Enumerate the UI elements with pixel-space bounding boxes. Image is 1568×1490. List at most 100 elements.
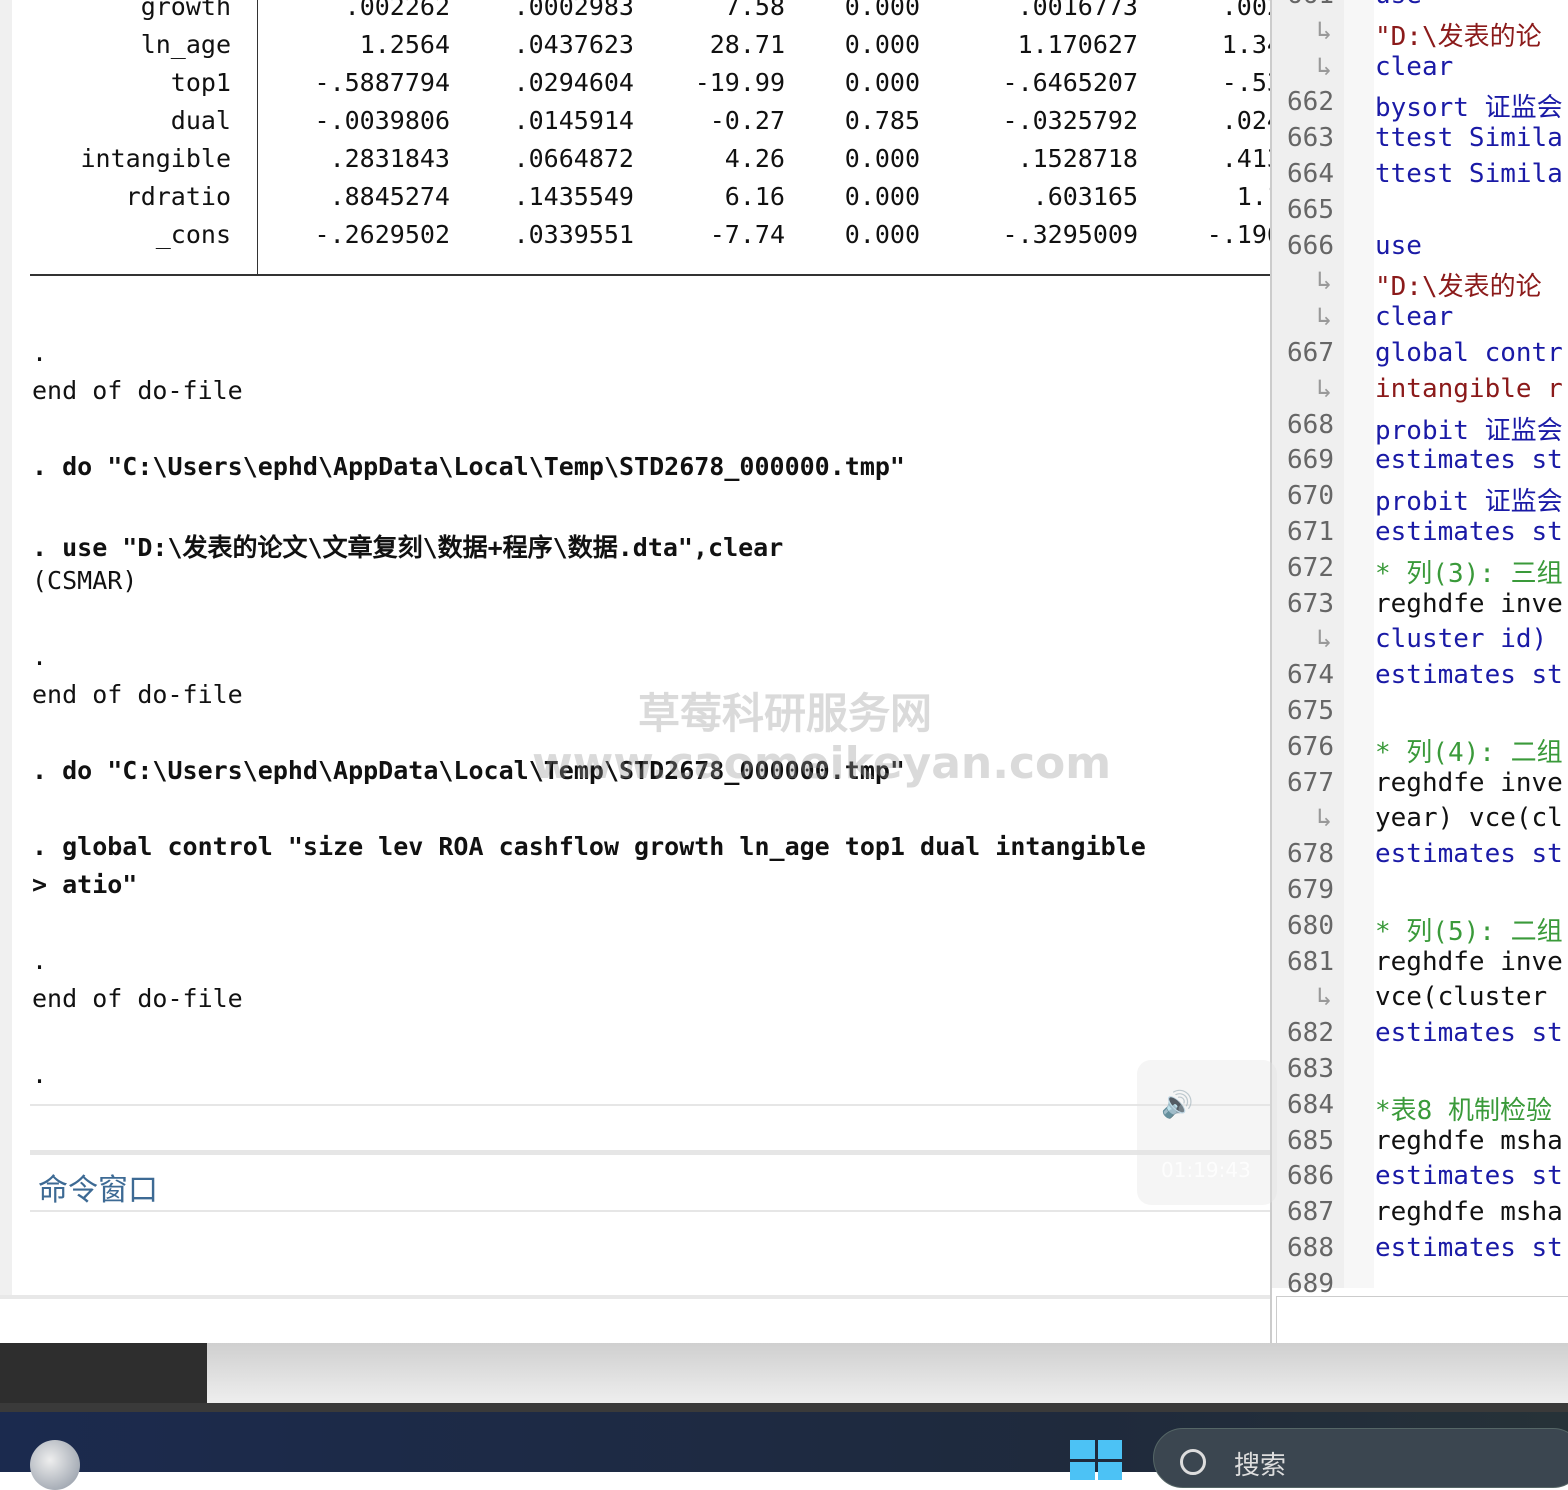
- code-text: estimates st: [1375, 1161, 1563, 1192]
- editor-line[interactable]: 676 * 列(4): 二组: [1272, 732, 1568, 768]
- cell-coef: -.2629502: [314, 220, 450, 249]
- editor-line[interactable]: ↳ year) vce(cl: [1272, 803, 1568, 839]
- editor-line[interactable]: 666 use: [1272, 231, 1568, 267]
- code-text: ttest Simila: [1375, 159, 1563, 189]
- editor-line[interactable]: 681 reghdfe inve: [1272, 947, 1568, 983]
- wrap-arrow-icon: ↳: [1316, 373, 1332, 404]
- table-row: growth .002262 .0002983 7.58 0.000 .0016773 .0…: [12, 0, 1270, 30]
- code-text: use: [1375, 0, 1422, 10]
- editor-line[interactable]: ↳ intangible r: [1272, 374, 1568, 410]
- divider: [0, 1403, 1568, 1412]
- editor-line[interactable]: 680 * 列(5): 二组: [1272, 911, 1568, 947]
- editor-line[interactable]: 670 probit 证监会: [1272, 481, 1568, 517]
- code-text: reghdfe inve: [1375, 767, 1563, 798]
- cell-coef: -.0039806: [314, 106, 450, 135]
- editor-line[interactable]: 672 * 列(3): 三组: [1272, 553, 1568, 589]
- editor-line[interactable]: 682 estimates st: [1272, 1018, 1568, 1054]
- editor-line[interactable]: 669 estimates st: [1272, 445, 1568, 481]
- editor-line[interactable]: ↳ vce(cluster: [1272, 982, 1568, 1018]
- code-text: estimates st: [1375, 660, 1563, 691]
- editor-line[interactable]: ↳ clear: [1272, 302, 1568, 338]
- editor-line[interactable]: 677 reghdfe inve: [1272, 768, 1568, 804]
- editor-line[interactable]: 686 estimates st: [1272, 1161, 1568, 1197]
- editor-line[interactable]: ↳ cluster id): [1272, 624, 1568, 660]
- editor-line[interactable]: 675: [1272, 696, 1568, 732]
- line-number: 668: [1287, 409, 1334, 440]
- cell-ci-lo: .603165: [1032, 182, 1138, 211]
- code-text: reghdfe msha: [1375, 1125, 1563, 1156]
- taskbar-preview: [0, 1343, 207, 1403]
- cell-var: rdratio: [125, 182, 231, 211]
- command-input[interactable]: [30, 1214, 1270, 1292]
- table-row: _cons -.2629502 .0339551 -7.74 0.000 -.329500…: [12, 220, 1270, 258]
- cell-ci-hi: 1.16: [1236, 182, 1270, 211]
- code-text: clear: [1375, 302, 1454, 333]
- pane-splitter[interactable]: [30, 1150, 1270, 1155]
- line-number: 672: [1287, 552, 1334, 583]
- watermark-url: www.caomeikeyan.com: [532, 738, 1112, 789]
- cell-t: -19.99: [694, 68, 785, 97]
- editor-line[interactable]: 668 probit 证监会: [1272, 410, 1568, 446]
- editor-line[interactable]: ↳ "D:\发表的论: [1272, 266, 1568, 302]
- cell-var: dual: [170, 106, 231, 135]
- table-divider: [257, 0, 258, 275]
- table-bottom-rule: [30, 274, 1270, 276]
- code-text: ttest Simila: [1375, 123, 1563, 154]
- log-line: end of do-file: [32, 376, 243, 405]
- editor-line[interactable]: ↳ clear: [1272, 52, 1568, 88]
- code-text: estimates st: [1375, 1233, 1563, 1263]
- weather-icon[interactable]: [30, 1440, 80, 1490]
- editor-line[interactable]: 685 reghdfe msha: [1272, 1126, 1568, 1162]
- editor-line[interactable]: 671 estimates st: [1272, 517, 1568, 553]
- wrap-arrow-icon: ↳: [1316, 15, 1332, 46]
- editor-line[interactable]: 679: [1272, 875, 1568, 911]
- windows-start-icon[interactable]: [1070, 1440, 1122, 1480]
- line-number: 688: [1287, 1233, 1334, 1263]
- editor-line[interactable]: 673 reghdfe inve: [1272, 589, 1568, 625]
- editor-line[interactable]: 665: [1272, 195, 1568, 231]
- code-text: *表8 机制检验: [1375, 1095, 1552, 1126]
- editor-line[interactable]: 678 estimates st: [1272, 839, 1568, 875]
- wrap-arrow-icon: ↳: [1316, 803, 1332, 834]
- status-area: [0, 1295, 1270, 1343]
- do-file-editor[interactable]: 661 use ↳ "D:\发表的论 ↳ clear 662 bysort 证监会 663 tte…: [1270, 0, 1568, 1355]
- cell-coef: -.5887794: [314, 68, 450, 97]
- editor-line[interactable]: 683: [1272, 1054, 1568, 1090]
- command-window-title: 命令窗口: [38, 1173, 158, 1208]
- code-text: probit 证监会: [1375, 487, 1563, 518]
- window-shadow: [207, 1343, 1568, 1403]
- editor-line[interactable]: 684 *表8 机制检验: [1272, 1090, 1568, 1126]
- editor-find-bar[interactable]: [1276, 1296, 1568, 1348]
- editor-line[interactable]: 667 global contr: [1272, 338, 1568, 374]
- table-row: ln_age 1.2564 .0437623 28.71 0.000 1.170627 1.…: [12, 30, 1270, 68]
- editor-line[interactable]: ↳ "D:\发表的论: [1272, 16, 1568, 52]
- log-line: .: [32, 642, 48, 671]
- cell-t: -0.27: [709, 106, 785, 135]
- taskbar-search[interactable]: 搜索: [1153, 1428, 1568, 1488]
- cell-t: -7.74: [709, 220, 785, 249]
- cell-ci-lo: .0016773: [1017, 0, 1138, 21]
- cell-var: growth: [140, 0, 231, 21]
- editor-line[interactable]: 688 estimates st: [1272, 1233, 1568, 1269]
- cell-se: .0437623: [513, 30, 634, 59]
- cell-se: .0664872: [513, 144, 634, 173]
- wrap-arrow-icon: ↳: [1316, 51, 1332, 82]
- line-number: 665: [1287, 194, 1334, 225]
- table-row: dual -.0039806 .0145914 -0.27 0.785 -.0325792…: [12, 106, 1270, 144]
- cell-se: .0145914: [513, 106, 634, 135]
- editor-line[interactable]: 662 bysort 证监会: [1272, 87, 1568, 123]
- editor-line[interactable]: 663 ttest Simila: [1272, 123, 1568, 159]
- editor-line[interactable]: 687 reghdfe msha: [1272, 1197, 1568, 1233]
- editor-line[interactable]: 661 use: [1272, 0, 1568, 16]
- cell-se: .0002983: [513, 0, 634, 21]
- editor-line[interactable]: 674 estimates st: [1272, 660, 1568, 696]
- cell-ci-hi: .0028: [1221, 0, 1270, 21]
- cell-t: 28.71: [709, 30, 785, 59]
- editor-line[interactable]: 664 ttest Simila: [1272, 159, 1568, 195]
- line-number: 682: [1287, 1018, 1334, 1049]
- search-icon: [1180, 1449, 1206, 1475]
- wrap-arrow-icon: ↳: [1316, 982, 1332, 1013]
- cell-var: ln_age: [140, 30, 231, 59]
- line-number: 662: [1287, 87, 1334, 118]
- table-row: rdratio .8845274 .1435549 6.16 0.000 .603165 1…: [12, 182, 1270, 220]
